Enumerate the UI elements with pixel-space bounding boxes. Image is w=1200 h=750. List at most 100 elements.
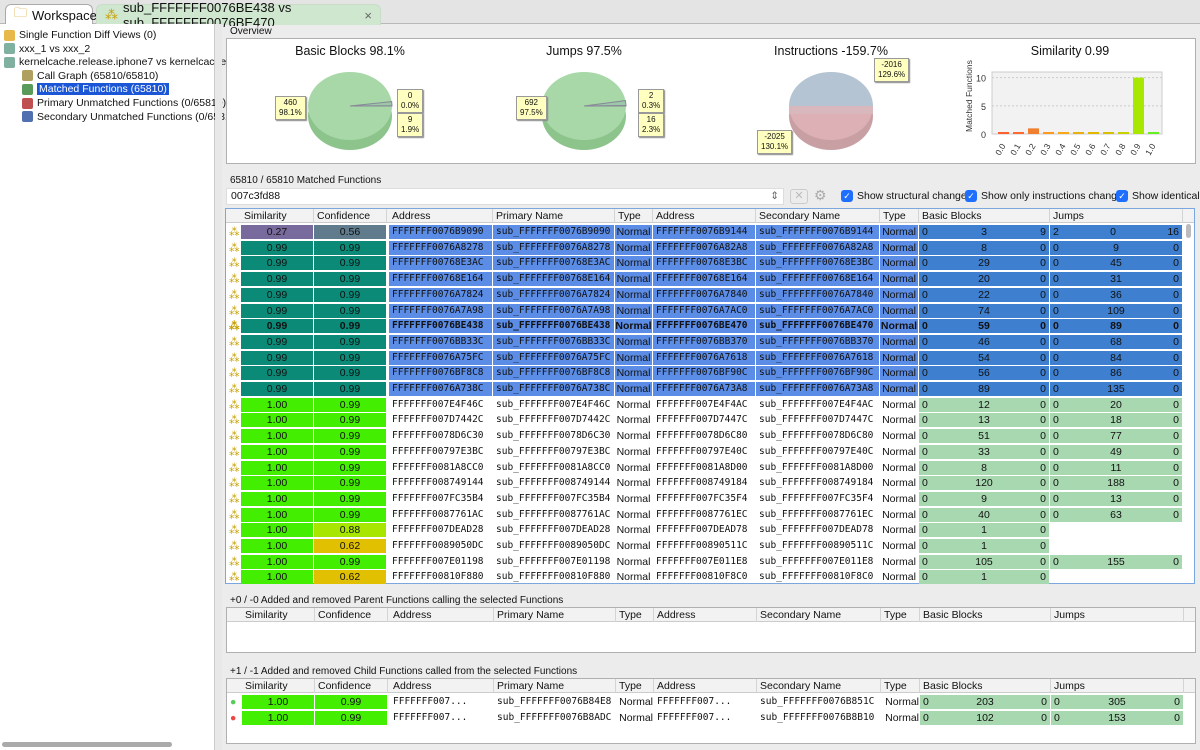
tree-item[interactable]: Call Graph (65810/65810) — [22, 69, 158, 83]
count-value: 0 — [1053, 288, 1059, 301]
tree-item[interactable]: Single Function Diff Views (0) — [4, 28, 156, 42]
table-row[interactable]: ● 1.00 0.99 FFFFFFF007... sub_FFFFFFF0076B84… — [227, 694, 1195, 710]
show-only-instructions-changed-checkbox[interactable]: ✓ Show only instructions changed — [965, 190, 1129, 202]
column-header[interactable]: Type — [881, 679, 920, 693]
tree-item-label: Secondary Unmatched Functions (0/65810) — [37, 110, 241, 123]
secondary-name-cell: sub_FFFFFFF0076A73A8 — [756, 382, 879, 396]
count-value: 0 — [1174, 711, 1180, 724]
primary-address-cell: FFFFFFF0076BF8C8 — [389, 366, 492, 381]
column-header[interactable]: Address — [390, 608, 494, 622]
x-tick-label: 1.0 — [1143, 142, 1158, 157]
table-row[interactable]: ⁂ 1.00 0.99 FFFFFFF007E01198 sub_FFFFFFF007E… — [226, 554, 1194, 570]
call-graph-icon: ⁂ — [229, 367, 240, 380]
count-value: 0 — [1040, 383, 1046, 395]
secondary-type-cell: Normal — [880, 256, 918, 271]
tree-item[interactable]: Secondary Unmatched Functions (0/65810) — [22, 110, 240, 124]
count-value: 0 — [922, 273, 928, 286]
count-value: 13 — [978, 414, 990, 427]
table-row[interactable]: ⁂ 1.00 0.88 FFFFFFF007DEAD28 sub_FFFFFFF007D… — [226, 522, 1194, 538]
column-header[interactable]: Similarity — [242, 679, 315, 693]
column-header[interactable]: Secondary Name — [757, 679, 881, 693]
bar — [1148, 132, 1159, 134]
column-header[interactable]: Basic Blocks — [920, 679, 1051, 693]
spinner-icon[interactable]: ⇕ — [770, 189, 779, 204]
column-header[interactable]: Primary Name — [493, 209, 615, 223]
table-row[interactable]: ⁂ 1.00 0.99 FFFFFFF007D7442C sub_FFFFFFF007D… — [226, 412, 1194, 428]
table-row[interactable]: ⁂ 0.99 0.99 FFFFFFF0076A738C sub_FFFFFFF0076… — [226, 381, 1194, 397]
table-row[interactable]: ⁂ 1.00 0.99 FFFFFFF007E4F46C sub_FFFFFFF007E… — [226, 397, 1194, 413]
column-header[interactable]: Type — [616, 679, 654, 693]
similarity-cell: 1.00 — [241, 429, 313, 444]
table-scrollbar[interactable] — [1186, 224, 1191, 238]
table-row[interactable]: ⁂ 1.00 0.99 FFFFFFF0087761AC sub_FFFFFFF0087… — [226, 507, 1194, 523]
table-row[interactable]: ⁂ 0.99 0.99 FFFFFFF0076A7A98 sub_FFFFFFF0076… — [226, 303, 1194, 319]
column-header[interactable]: Address — [654, 679, 757, 693]
column-header[interactable]: Confidence — [315, 679, 388, 693]
column-header[interactable]: Address — [390, 679, 494, 693]
column-header[interactable]: Jumps — [1051, 679, 1184, 693]
slice-percent: 130.1% — [761, 142, 789, 151]
tree-item[interactable]: Primary Unmatched Functions (0/65810) — [22, 96, 226, 110]
confidence-cell: 0.62 — [314, 570, 386, 585]
count-value: 56 — [978, 367, 990, 380]
column-header[interactable]: Basic Blocks — [919, 209, 1050, 223]
column-header[interactable]: Jumps — [1050, 209, 1183, 223]
clear-filter-button[interactable]: ✕ — [790, 189, 808, 204]
column-header[interactable]: Primary Name — [494, 608, 616, 622]
secondary-address-cell: FFFFFFF0076B9144 — [653, 225, 755, 239]
column-header[interactable]: Similarity — [241, 209, 314, 223]
table-row[interactable]: ⁂ 1.00 0.99 FFFFFFF008749144 sub_FFFFFFF0087… — [226, 475, 1194, 491]
column-header[interactable]: Type — [616, 608, 654, 622]
similarity-cell: 1.00 — [241, 570, 313, 585]
column-header[interactable]: Confidence — [314, 209, 387, 223]
tree-item[interactable]: kernelcache.release.iphone7 vs kernelcac… — [4, 55, 247, 69]
table-row[interactable]: ● 1.00 0.99 FFFFFFF007... sub_FFFFFFF0076B8A… — [227, 710, 1195, 726]
column-header[interactable]: Basic Blocks — [920, 608, 1051, 622]
column-header[interactable]: Address — [653, 209, 756, 223]
secondary-type-cell: Normal — [880, 303, 918, 318]
column-header[interactable]: Secondary Name — [756, 209, 880, 223]
table-row[interactable]: ⁂ 1.00 0.99 FFFFFFF007FC35B4 sub_FFFFFFF007F… — [226, 491, 1194, 507]
settings-gear-icon[interactable]: ⚙ — [814, 187, 827, 204]
table-row[interactable]: ⁂ 0.99 0.99 FFFFFFF00768E164 sub_FFFFFFF0076… — [226, 271, 1194, 287]
column-header[interactable]: Similarity — [242, 608, 315, 622]
column-header[interactable]: Type — [881, 608, 920, 622]
filter-input[interactable]: 007c3fd88 ⇕ — [226, 188, 784, 205]
count-value: 0 — [922, 226, 928, 238]
splitter-handle[interactable] — [215, 24, 222, 750]
table-row[interactable]: ⁂ 0.99 0.99 FFFFFFF0076BE438 sub_FFFFFFF0076… — [226, 318, 1194, 334]
column-header[interactable]: Address — [389, 209, 493, 223]
column-header[interactable]: Type — [880, 209, 919, 223]
sidebar-scrollbar[interactable] — [2, 742, 172, 747]
table-row[interactable]: ⁂ 0.99 0.99 FFFFFFF0076BB33C sub_FFFFFFF0076… — [226, 334, 1194, 350]
table-row[interactable]: ⁂ 1.00 0.99 FFFFFFF00797E3BC sub_FFFFFFF0079… — [226, 444, 1194, 460]
call-graph-icon: ⁂ — [229, 383, 240, 395]
column-header[interactable]: Primary Name — [494, 679, 616, 693]
column-header[interactable]: Confidence — [315, 608, 388, 622]
table-row[interactable]: ⁂ 0.99 0.99 FFFFFFF0076A8278 sub_FFFFFFF0076… — [226, 240, 1194, 256]
column-header[interactable]: Secondary Name — [757, 608, 881, 622]
count-value: 89 — [1110, 320, 1122, 333]
secondary-name-cell: sub_FFFFFFF007FC35F4 — [759, 492, 874, 504]
table-row[interactable]: ⁂ 1.00 0.62 FFFFFFF0089050DC sub_FFFFFFF0089… — [226, 538, 1194, 554]
column-header[interactable]: Jumps — [1051, 608, 1184, 622]
table-row[interactable]: ⁂ 1.00 0.99 FFFFFFF0078D6C30 sub_FFFFFFF0078… — [226, 428, 1194, 444]
show-identical-checkbox[interactable]: ✓ Show identical — [1116, 190, 1200, 202]
secondary-type-cell: Normal — [882, 414, 916, 427]
table-row[interactable]: ⁂ 0.99 0.99 FFFFFFF0076A75FC sub_FFFFFFF0076… — [226, 350, 1194, 366]
table-row[interactable]: ⁂ 0.99 0.99 FFFFFFF0076A7824 sub_FFFFFFF0076… — [226, 287, 1194, 303]
tree-item[interactable]: xxx_1 vs xxx_2 — [4, 42, 90, 56]
table-row[interactable]: ⁂ 0.27 0.56 FFFFFFF0076B9090 sub_FFFFFFF0076… — [226, 224, 1194, 240]
column-header[interactable]: Address — [654, 608, 757, 622]
table-row[interactable]: ⁂ 1.00 0.62 FFFFFFF00810F880 sub_FFFFFFF0081… — [226, 569, 1194, 585]
primary-address-cell: FFFFFFF007FC35B4 — [392, 492, 484, 504]
tab-workspace[interactable]: 🗀 Workspace — [5, 4, 97, 25]
tab-function-diff[interactable]: ⁂ sub_FFFFFFF0076BE438 vs sub_FFFFFFF0076… — [96, 0, 381, 30]
show-structural-changes-checkbox[interactable]: ✓ Show structural changes — [841, 190, 972, 202]
table-row[interactable]: ⁂ 1.00 0.99 FFFFFFF0081A8CC0 sub_FFFFFFF0081… — [226, 460, 1194, 476]
close-tab-icon[interactable]: × — [364, 8, 372, 23]
table-row[interactable]: ⁂ 0.99 0.99 FFFFFFF0076BF8C8 sub_FFFFFFF0076… — [226, 365, 1194, 381]
column-header[interactable]: Type — [615, 209, 653, 223]
tree-item[interactable]: Matched Functions (65810) — [22, 82, 169, 96]
table-row[interactable]: ⁂ 0.99 0.99 FFFFFFF00768E3AC sub_FFFFFFF0076… — [226, 255, 1194, 271]
